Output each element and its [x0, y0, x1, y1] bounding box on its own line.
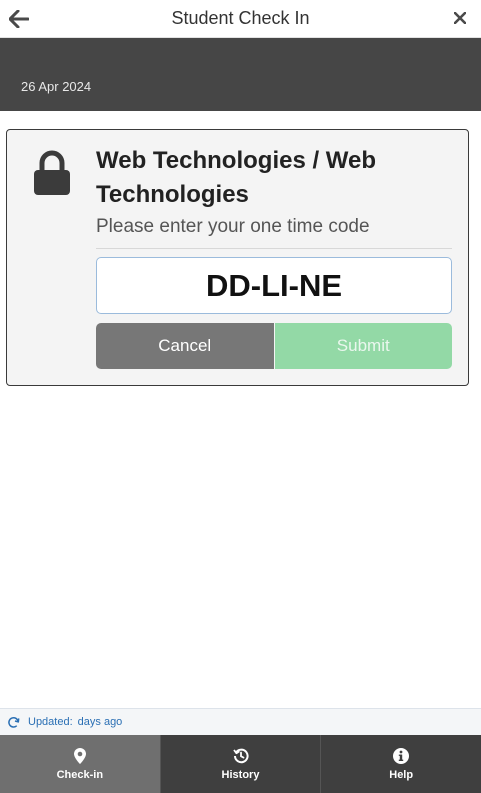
session-date: 26 Apr 2024: [21, 79, 92, 94]
updated-status-bar: Updated: days ago: [0, 708, 481, 735]
action-buttons: Cancel Submit: [96, 323, 452, 369]
map-pin-icon: [72, 747, 88, 764]
tab-label: Help: [389, 768, 414, 781]
close-icon: [454, 12, 466, 24]
tab-label: History: [221, 768, 260, 781]
updated-value: days ago: [77, 716, 123, 728]
course-title: Web Technologies / Web Technologies: [96, 147, 377, 208]
updated-label: Updated:: [28, 716, 73, 728]
info-icon: [393, 747, 410, 764]
arrow-left-icon: [9, 10, 29, 28]
submit-button[interactable]: Submit: [274, 323, 452, 369]
tab-check-in[interactable]: Check-in: [0, 735, 160, 793]
page-title: Student Check In: [171, 8, 310, 28]
back-button[interactable]: [8, 7, 30, 31]
title-bar: Student Check In: [0, 0, 481, 38]
refresh-icon[interactable]: [7, 716, 20, 729]
one-time-code-input[interactable]: [96, 257, 452, 314]
tab-history[interactable]: History: [159, 735, 321, 793]
tab-help[interactable]: Help: [320, 735, 481, 793]
cancel-button[interactable]: Cancel: [96, 323, 275, 369]
code-prompt: Please enter your one time code: [96, 216, 370, 237]
history-icon: [232, 748, 249, 764]
check-in-card: Web Technologies / Web Technologies Plea…: [6, 129, 469, 386]
tab-label: Check-in: [56, 768, 104, 781]
lock-icon: [34, 150, 70, 195]
header-band: 26 Apr 2024: [0, 38, 481, 111]
divider: [96, 248, 452, 249]
close-button[interactable]: [451, 7, 469, 29]
bottom-nav: Check-in History Help: [0, 735, 481, 793]
